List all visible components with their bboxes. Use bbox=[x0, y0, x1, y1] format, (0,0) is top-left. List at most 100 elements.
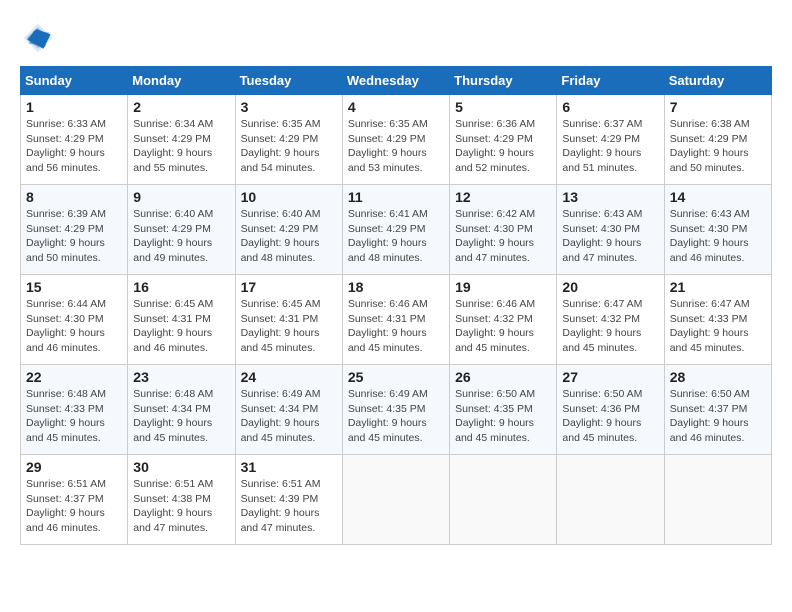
day-info: Sunrise: 6:35 AM Sunset: 4:29 PM Dayligh… bbox=[241, 117, 337, 176]
calendar-cell bbox=[557, 455, 664, 545]
calendar-cell: 9 Sunrise: 6:40 AM Sunset: 4:29 PM Dayli… bbox=[128, 185, 235, 275]
calendar-body: 1 Sunrise: 6:33 AM Sunset: 4:29 PM Dayli… bbox=[21, 95, 772, 545]
calendar-cell: 30 Sunrise: 6:51 AM Sunset: 4:38 PM Dayl… bbox=[128, 455, 235, 545]
calendar-cell: 10 Sunrise: 6:40 AM Sunset: 4:29 PM Dayl… bbox=[235, 185, 342, 275]
day-number: 20 bbox=[562, 279, 658, 295]
day-info: Sunrise: 6:48 AM Sunset: 4:34 PM Dayligh… bbox=[133, 387, 229, 446]
calendar-cell: 7 Sunrise: 6:38 AM Sunset: 4:29 PM Dayli… bbox=[664, 95, 771, 185]
calendar-cell: 15 Sunrise: 6:44 AM Sunset: 4:30 PM Dayl… bbox=[21, 275, 128, 365]
day-number: 19 bbox=[455, 279, 551, 295]
day-info: Sunrise: 6:36 AM Sunset: 4:29 PM Dayligh… bbox=[455, 117, 551, 176]
day-info: Sunrise: 6:44 AM Sunset: 4:30 PM Dayligh… bbox=[26, 297, 122, 356]
day-info: Sunrise: 6:34 AM Sunset: 4:29 PM Dayligh… bbox=[133, 117, 229, 176]
calendar-cell: 12 Sunrise: 6:42 AM Sunset: 4:30 PM Dayl… bbox=[450, 185, 557, 275]
day-info: Sunrise: 6:48 AM Sunset: 4:33 PM Dayligh… bbox=[26, 387, 122, 446]
day-number: 3 bbox=[241, 99, 337, 115]
day-number: 9 bbox=[133, 189, 229, 205]
calendar-week-1: 1 Sunrise: 6:33 AM Sunset: 4:29 PM Dayli… bbox=[21, 95, 772, 185]
day-number: 26 bbox=[455, 369, 551, 385]
calendar-cell bbox=[664, 455, 771, 545]
weekday-saturday: Saturday bbox=[664, 67, 771, 95]
day-info: Sunrise: 6:46 AM Sunset: 4:31 PM Dayligh… bbox=[348, 297, 444, 356]
calendar-cell: 17 Sunrise: 6:45 AM Sunset: 4:31 PM Dayl… bbox=[235, 275, 342, 365]
calendar-cell bbox=[450, 455, 557, 545]
day-info: Sunrise: 6:40 AM Sunset: 4:29 PM Dayligh… bbox=[133, 207, 229, 266]
day-info: Sunrise: 6:43 AM Sunset: 4:30 PM Dayligh… bbox=[562, 207, 658, 266]
day-number: 13 bbox=[562, 189, 658, 205]
weekday-wednesday: Wednesday bbox=[342, 67, 449, 95]
calendar-cell: 25 Sunrise: 6:49 AM Sunset: 4:35 PM Dayl… bbox=[342, 365, 449, 455]
day-info: Sunrise: 6:41 AM Sunset: 4:29 PM Dayligh… bbox=[348, 207, 444, 266]
calendar-cell: 4 Sunrise: 6:35 AM Sunset: 4:29 PM Dayli… bbox=[342, 95, 449, 185]
day-info: Sunrise: 6:37 AM Sunset: 4:29 PM Dayligh… bbox=[562, 117, 658, 176]
day-info: Sunrise: 6:47 AM Sunset: 4:33 PM Dayligh… bbox=[670, 297, 766, 356]
calendar-week-5: 29 Sunrise: 6:51 AM Sunset: 4:37 PM Dayl… bbox=[21, 455, 772, 545]
calendar-week-2: 8 Sunrise: 6:39 AM Sunset: 4:29 PM Dayli… bbox=[21, 185, 772, 275]
day-info: Sunrise: 6:50 AM Sunset: 4:36 PM Dayligh… bbox=[562, 387, 658, 446]
day-number: 22 bbox=[26, 369, 122, 385]
day-number: 21 bbox=[670, 279, 766, 295]
logo-icon bbox=[20, 20, 56, 56]
day-number: 10 bbox=[241, 189, 337, 205]
logo bbox=[20, 20, 62, 56]
day-number: 1 bbox=[26, 99, 122, 115]
calendar-cell: 20 Sunrise: 6:47 AM Sunset: 4:32 PM Dayl… bbox=[557, 275, 664, 365]
day-number: 12 bbox=[455, 189, 551, 205]
calendar-cell: 28 Sunrise: 6:50 AM Sunset: 4:37 PM Dayl… bbox=[664, 365, 771, 455]
day-info: Sunrise: 6:49 AM Sunset: 4:35 PM Dayligh… bbox=[348, 387, 444, 446]
day-number: 29 bbox=[26, 459, 122, 475]
day-info: Sunrise: 6:45 AM Sunset: 4:31 PM Dayligh… bbox=[241, 297, 337, 356]
day-number: 31 bbox=[241, 459, 337, 475]
calendar-cell: 24 Sunrise: 6:49 AM Sunset: 4:34 PM Dayl… bbox=[235, 365, 342, 455]
day-number: 14 bbox=[670, 189, 766, 205]
calendar-cell: 21 Sunrise: 6:47 AM Sunset: 4:33 PM Dayl… bbox=[664, 275, 771, 365]
day-info: Sunrise: 6:51 AM Sunset: 4:38 PM Dayligh… bbox=[133, 477, 229, 536]
day-info: Sunrise: 6:40 AM Sunset: 4:29 PM Dayligh… bbox=[241, 207, 337, 266]
day-number: 17 bbox=[241, 279, 337, 295]
day-number: 30 bbox=[133, 459, 229, 475]
day-info: Sunrise: 6:45 AM Sunset: 4:31 PM Dayligh… bbox=[133, 297, 229, 356]
weekday-sunday: Sunday bbox=[21, 67, 128, 95]
calendar-cell: 16 Sunrise: 6:45 AM Sunset: 4:31 PM Dayl… bbox=[128, 275, 235, 365]
calendar-cell: 13 Sunrise: 6:43 AM Sunset: 4:30 PM Dayl… bbox=[557, 185, 664, 275]
calendar-cell: 6 Sunrise: 6:37 AM Sunset: 4:29 PM Dayli… bbox=[557, 95, 664, 185]
weekday-tuesday: Tuesday bbox=[235, 67, 342, 95]
day-info: Sunrise: 6:33 AM Sunset: 4:29 PM Dayligh… bbox=[26, 117, 122, 176]
weekday-friday: Friday bbox=[557, 67, 664, 95]
day-number: 27 bbox=[562, 369, 658, 385]
calendar-week-4: 22 Sunrise: 6:48 AM Sunset: 4:33 PM Dayl… bbox=[21, 365, 772, 455]
day-number: 8 bbox=[26, 189, 122, 205]
weekday-header-row: SundayMondayTuesdayWednesdayThursdayFrid… bbox=[21, 67, 772, 95]
calendar-cell: 2 Sunrise: 6:34 AM Sunset: 4:29 PM Dayli… bbox=[128, 95, 235, 185]
calendar-cell: 19 Sunrise: 6:46 AM Sunset: 4:32 PM Dayl… bbox=[450, 275, 557, 365]
day-info: Sunrise: 6:49 AM Sunset: 4:34 PM Dayligh… bbox=[241, 387, 337, 446]
day-number: 11 bbox=[348, 189, 444, 205]
weekday-thursday: Thursday bbox=[450, 67, 557, 95]
calendar-table: SundayMondayTuesdayWednesdayThursdayFrid… bbox=[20, 66, 772, 545]
calendar-cell: 5 Sunrise: 6:36 AM Sunset: 4:29 PM Dayli… bbox=[450, 95, 557, 185]
day-number: 2 bbox=[133, 99, 229, 115]
calendar-cell: 29 Sunrise: 6:51 AM Sunset: 4:37 PM Dayl… bbox=[21, 455, 128, 545]
day-info: Sunrise: 6:47 AM Sunset: 4:32 PM Dayligh… bbox=[562, 297, 658, 356]
day-number: 23 bbox=[133, 369, 229, 385]
day-info: Sunrise: 6:51 AM Sunset: 4:37 PM Dayligh… bbox=[26, 477, 122, 536]
page-header bbox=[20, 20, 772, 56]
calendar-cell: 1 Sunrise: 6:33 AM Sunset: 4:29 PM Dayli… bbox=[21, 95, 128, 185]
calendar-week-3: 15 Sunrise: 6:44 AM Sunset: 4:30 PM Dayl… bbox=[21, 275, 772, 365]
day-info: Sunrise: 6:39 AM Sunset: 4:29 PM Dayligh… bbox=[26, 207, 122, 266]
day-info: Sunrise: 6:50 AM Sunset: 4:35 PM Dayligh… bbox=[455, 387, 551, 446]
day-info: Sunrise: 6:43 AM Sunset: 4:30 PM Dayligh… bbox=[670, 207, 766, 266]
day-number: 24 bbox=[241, 369, 337, 385]
day-number: 16 bbox=[133, 279, 229, 295]
calendar-cell: 27 Sunrise: 6:50 AM Sunset: 4:36 PM Dayl… bbox=[557, 365, 664, 455]
weekday-monday: Monday bbox=[128, 67, 235, 95]
calendar-cell: 23 Sunrise: 6:48 AM Sunset: 4:34 PM Dayl… bbox=[128, 365, 235, 455]
calendar-cell: 22 Sunrise: 6:48 AM Sunset: 4:33 PM Dayl… bbox=[21, 365, 128, 455]
day-info: Sunrise: 6:42 AM Sunset: 4:30 PM Dayligh… bbox=[455, 207, 551, 266]
day-number: 15 bbox=[26, 279, 122, 295]
day-info: Sunrise: 6:46 AM Sunset: 4:32 PM Dayligh… bbox=[455, 297, 551, 356]
day-number: 25 bbox=[348, 369, 444, 385]
day-number: 4 bbox=[348, 99, 444, 115]
day-number: 6 bbox=[562, 99, 658, 115]
calendar-cell: 8 Sunrise: 6:39 AM Sunset: 4:29 PM Dayli… bbox=[21, 185, 128, 275]
